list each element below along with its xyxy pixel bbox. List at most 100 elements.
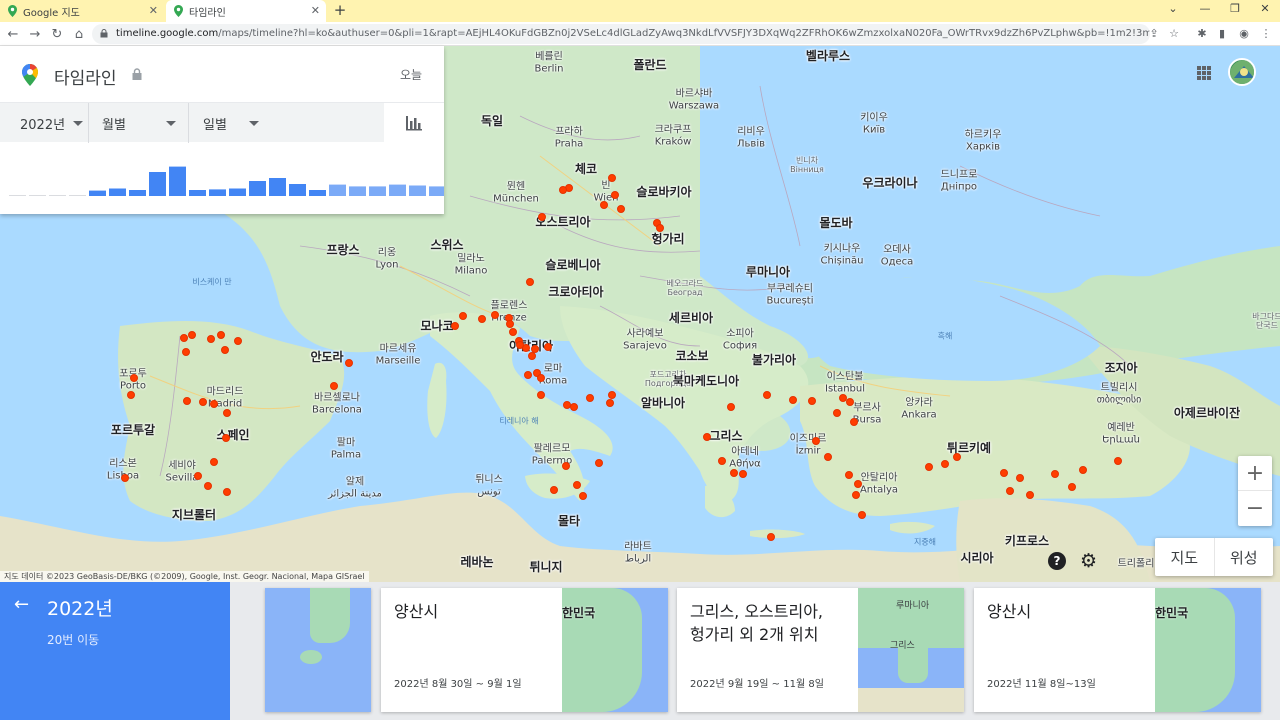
chart-toggle-button[interactable] bbox=[384, 103, 444, 143]
bookmark-star-icon[interactable]: ☆ bbox=[1166, 26, 1182, 42]
location-point[interactable] bbox=[531, 345, 539, 353]
histogram-bar[interactable] bbox=[229, 188, 246, 197]
location-point[interactable] bbox=[1006, 487, 1014, 495]
location-point[interactable] bbox=[1016, 474, 1024, 482]
trip-card[interactable]: 양산시 2022년 11월 8일~13일 한민국 bbox=[974, 588, 1261, 712]
map-type-satellite-button[interactable]: 위성 bbox=[1215, 538, 1274, 576]
histogram-bar[interactable] bbox=[169, 166, 186, 196]
tab-search-icon[interactable]: ⌄ bbox=[1166, 2, 1180, 15]
location-point[interactable] bbox=[478, 315, 486, 323]
location-point[interactable] bbox=[217, 331, 225, 339]
location-point[interactable] bbox=[509, 328, 517, 336]
location-point[interactable] bbox=[941, 460, 949, 468]
address-bar[interactable]: timeline.google.com/maps/timeline?hl=ko&… bbox=[92, 24, 1150, 44]
histogram-bar[interactable] bbox=[149, 172, 166, 196]
location-point[interactable] bbox=[789, 396, 797, 404]
location-point[interactable] bbox=[491, 311, 499, 319]
location-point[interactable] bbox=[180, 334, 188, 342]
location-point[interactable] bbox=[727, 403, 735, 411]
location-point[interactable] bbox=[199, 398, 207, 406]
year-select[interactable]: 2022년 bbox=[20, 103, 84, 143]
location-point[interactable] bbox=[595, 459, 603, 467]
map-type-map-button[interactable]: 지도 bbox=[1155, 538, 1215, 576]
location-point[interactable] bbox=[345, 359, 353, 367]
location-point[interactable] bbox=[833, 409, 841, 417]
tab-close-icon[interactable]: ✕ bbox=[311, 4, 320, 17]
google-apps-icon[interactable] bbox=[1197, 66, 1211, 80]
account-avatar[interactable] bbox=[1228, 58, 1256, 86]
minimize-icon[interactable]: — bbox=[1198, 2, 1212, 15]
close-window-icon[interactable]: ✕ bbox=[1258, 2, 1272, 15]
day-select[interactable]: 일별 bbox=[203, 103, 259, 143]
location-point[interactable] bbox=[130, 374, 138, 382]
location-point[interactable] bbox=[221, 346, 229, 354]
location-point[interactable] bbox=[858, 511, 866, 519]
location-point[interactable] bbox=[1051, 470, 1059, 478]
today-button[interactable]: 오늘 bbox=[400, 66, 422, 83]
location-point[interactable] bbox=[718, 457, 726, 465]
histogram-bar[interactable] bbox=[89, 190, 106, 196]
location-point[interactable] bbox=[617, 205, 625, 213]
activity-histogram[interactable] bbox=[0, 142, 444, 214]
histogram-bar[interactable] bbox=[209, 189, 226, 196]
histogram-bar[interactable] bbox=[409, 185, 426, 197]
histogram-bar[interactable] bbox=[329, 184, 346, 196]
location-point[interactable] bbox=[183, 397, 191, 405]
back-icon[interactable]: ← bbox=[4, 25, 22, 43]
location-point[interactable] bbox=[573, 481, 581, 489]
location-point[interactable] bbox=[506, 320, 514, 328]
location-point[interactable] bbox=[703, 433, 711, 441]
histogram-bar[interactable] bbox=[189, 190, 206, 196]
restore-icon[interactable]: ❐ bbox=[1228, 2, 1242, 15]
location-point[interactable] bbox=[808, 397, 816, 405]
location-point[interactable] bbox=[1000, 469, 1008, 477]
location-point[interactable] bbox=[207, 335, 215, 343]
trip-card-partial[interactable] bbox=[265, 588, 371, 712]
location-point[interactable] bbox=[611, 191, 619, 199]
trip-card[interactable]: 그리스, 오스트리아, 헝가리 외 2개 위치 2022년 9월 19일 ~ 11… bbox=[677, 588, 964, 712]
location-point[interactable] bbox=[537, 391, 545, 399]
forward-icon[interactable]: → bbox=[26, 25, 44, 43]
location-point[interactable] bbox=[608, 391, 616, 399]
histogram-bar[interactable] bbox=[129, 190, 146, 196]
location-point[interactable] bbox=[1026, 491, 1034, 499]
location-point[interactable] bbox=[600, 201, 608, 209]
location-point[interactable] bbox=[528, 352, 536, 360]
location-point[interactable] bbox=[516, 341, 524, 349]
histogram-bar[interactable] bbox=[389, 184, 406, 196]
zoom-out-button[interactable]: − bbox=[1238, 491, 1272, 526]
location-point[interactable] bbox=[850, 418, 858, 426]
location-point[interactable] bbox=[194, 472, 202, 480]
location-point[interactable] bbox=[846, 398, 854, 406]
location-point[interactable] bbox=[459, 312, 467, 320]
location-point[interactable] bbox=[526, 278, 534, 286]
profile-icon[interactable]: ◉ bbox=[1236, 26, 1252, 42]
histogram-bar[interactable] bbox=[429, 186, 444, 196]
location-point[interactable] bbox=[852, 491, 860, 499]
location-point[interactable] bbox=[1079, 466, 1087, 474]
menu-kebab-icon[interactable]: ⋮ bbox=[1258, 26, 1274, 42]
histogram-bar[interactable] bbox=[69, 195, 86, 196]
location-point[interactable] bbox=[953, 453, 961, 461]
location-point[interactable] bbox=[182, 348, 190, 356]
location-point[interactable] bbox=[451, 322, 459, 330]
tab-google-maps[interactable]: Google 지도 ✕ bbox=[0, 0, 164, 22]
location-point[interactable] bbox=[579, 492, 587, 500]
gear-icon[interactable]: ⚙ bbox=[1080, 551, 1097, 571]
new-tab-icon[interactable]: + bbox=[332, 1, 348, 19]
location-point[interactable] bbox=[550, 486, 558, 494]
location-point[interactable] bbox=[586, 394, 594, 402]
histogram-bar[interactable] bbox=[49, 195, 66, 196]
location-point[interactable] bbox=[608, 174, 616, 182]
location-point[interactable] bbox=[537, 374, 545, 382]
zoom-in-button[interactable]: + bbox=[1238, 456, 1272, 491]
location-point[interactable] bbox=[234, 337, 242, 345]
histogram-bar[interactable] bbox=[349, 186, 366, 196]
location-point[interactable] bbox=[559, 186, 567, 194]
location-point[interactable] bbox=[656, 224, 664, 232]
location-point[interactable] bbox=[538, 213, 546, 221]
histogram-bar[interactable] bbox=[289, 184, 306, 196]
help-icon[interactable]: ? bbox=[1048, 552, 1066, 570]
location-point[interactable] bbox=[854, 480, 862, 488]
sidepanel-icon[interactable]: ▮ bbox=[1214, 26, 1230, 42]
